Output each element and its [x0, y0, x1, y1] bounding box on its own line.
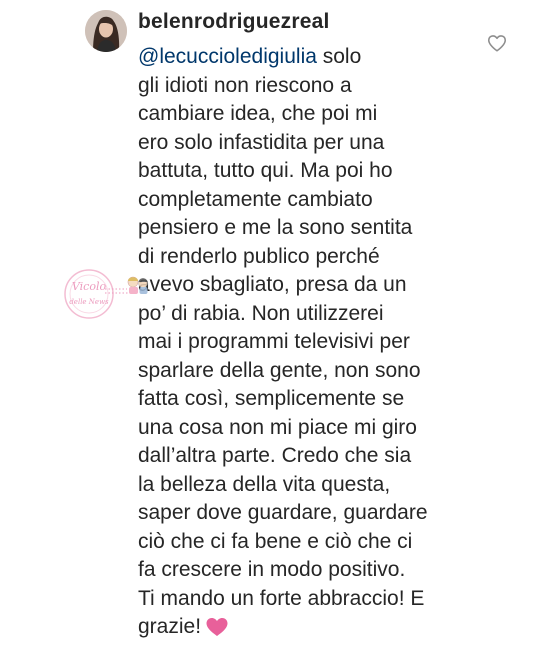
- comment-line: battuta, tutto qui. Ma poi ho: [138, 159, 393, 182]
- cartoon-faces-icon: [127, 276, 148, 294]
- watermark-logo: Vicolo delle News: [64, 269, 148, 319]
- comment-line: po’ di rabia. Non utilizzerei: [138, 301, 384, 325]
- watermark-text-top: Vicolo: [72, 280, 107, 293]
- comment-line: di renderlo publico perché: [138, 244, 380, 268]
- comment-line: Ti mando un forte abbraccio! E: [138, 586, 425, 610]
- comment-line: completamente cambiato: [138, 187, 373, 211]
- comment-line: dall’altra parte. Credo che sia: [138, 444, 412, 467]
- comment-line: avevo sbagliato, presa da un: [138, 273, 407, 296]
- comment-line: ero solo infastidita per una: [138, 130, 385, 154]
- comment-line: grazie!: [138, 613, 473, 642]
- comment-line: una cosa non mi piace mi giro: [138, 415, 417, 439]
- username[interactable]: belenrodriguezreal: [138, 10, 329, 34]
- comment-text: @lecuccioledigiulia solo gli idioti non …: [138, 43, 473, 642]
- avatar[interactable]: [85, 10, 127, 52]
- comment-line: cambiare idea, che poi mi: [138, 102, 378, 125]
- pink-heart-icon: [206, 618, 228, 637]
- mention-link[interactable]: @lecuccioledigiulia: [138, 45, 317, 68]
- comment-line: fatta così, semplicemente se: [138, 387, 405, 410]
- comment-line: fa crescere in modo positivo.: [138, 558, 406, 581]
- comment-line: gli idioti non riescono a: [138, 73, 352, 97]
- comment-line: sparlare della gente, non sono: [138, 358, 421, 382]
- comment: belenrodriguezreal @lecuccioledigiulia s…: [0, 0, 540, 655]
- avatar-image: [85, 10, 127, 52]
- comment-line: la belleza della vita questa,: [138, 472, 391, 496]
- heart-outline-icon[interactable]: [486, 32, 508, 54]
- comment-line: @lecuccioledigiulia solo: [138, 45, 362, 68]
- comment-line: pensiero e me la sono sentita: [138, 216, 413, 239]
- watermark-text-bottom: delle News: [69, 298, 109, 306]
- comment-line: ciò che ci fa bene e ciò che ci: [138, 529, 413, 553]
- comment-line: saper dove guardare, guardare: [138, 501, 428, 524]
- comment-line: mai i programmi televisivi per: [138, 330, 410, 353]
